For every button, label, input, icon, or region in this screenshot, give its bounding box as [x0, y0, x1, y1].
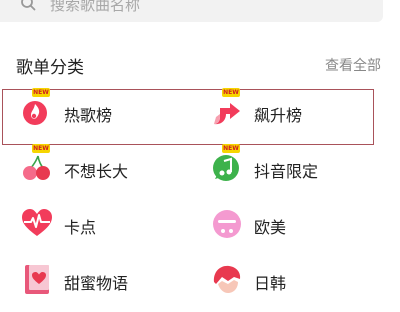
- category-label: 日韩: [254, 274, 287, 293]
- rising-chart-icon: [210, 94, 244, 128]
- red-hair-icon: [210, 262, 244, 296]
- category-douyin-exclusive[interactable]: NEW 抖音限定: [210, 144, 380, 200]
- category-hot-songs[interactable]: NEW 热歌榜: [20, 88, 190, 144]
- category-label: 甜蜜物语: [64, 274, 129, 293]
- new-badge: NEW: [32, 88, 50, 97]
- pink-face-icon: [210, 206, 244, 240]
- category-label: 飙升榜: [254, 106, 303, 125]
- category-label: 卡点: [64, 218, 97, 237]
- new-badge: NEW: [222, 88, 240, 97]
- heartbeat-icon: [20, 206, 54, 240]
- search-placeholder: 搜索歌曲名称: [50, 0, 141, 14]
- category-western[interactable]: 欧美: [210, 200, 380, 256]
- view-all-link[interactable]: 查看全部: [325, 55, 381, 75]
- cherries-icon: [20, 150, 54, 184]
- category-label: 热歌榜: [64, 106, 113, 125]
- category-grid: NEW 热歌榜 NEW 飙升榜 NEW 不想长大 NEW 抖音限定 卡点 欧美 …: [0, 88, 400, 300]
- category-never-grow-up[interactable]: NEW 不想长大: [20, 144, 190, 200]
- hot-songs-icon: [20, 94, 54, 128]
- category-rising-chart[interactable]: NEW 飙升榜: [210, 88, 380, 144]
- category-beat-sync[interactable]: 卡点: [20, 200, 190, 256]
- category-japan-korea[interactable]: 日韩: [210, 256, 380, 312]
- section-header: 歌单分类 查看全部: [0, 48, 400, 78]
- new-badge: NEW: [32, 144, 50, 153]
- section-title: 歌单分类: [16, 58, 84, 78]
- category-label: 不想长大: [64, 162, 129, 181]
- search-icon: [20, 0, 36, 15]
- love-book-icon: [20, 262, 54, 296]
- music-bubble-icon: [210, 150, 244, 184]
- category-label: 欧美: [254, 218, 287, 237]
- category-sweet-story[interactable]: 甜蜜物语: [20, 256, 190, 312]
- new-badge: NEW: [222, 144, 240, 153]
- search-bar[interactable]: 搜索歌曲名称: [0, 0, 383, 22]
- category-label: 抖音限定: [254, 162, 319, 181]
